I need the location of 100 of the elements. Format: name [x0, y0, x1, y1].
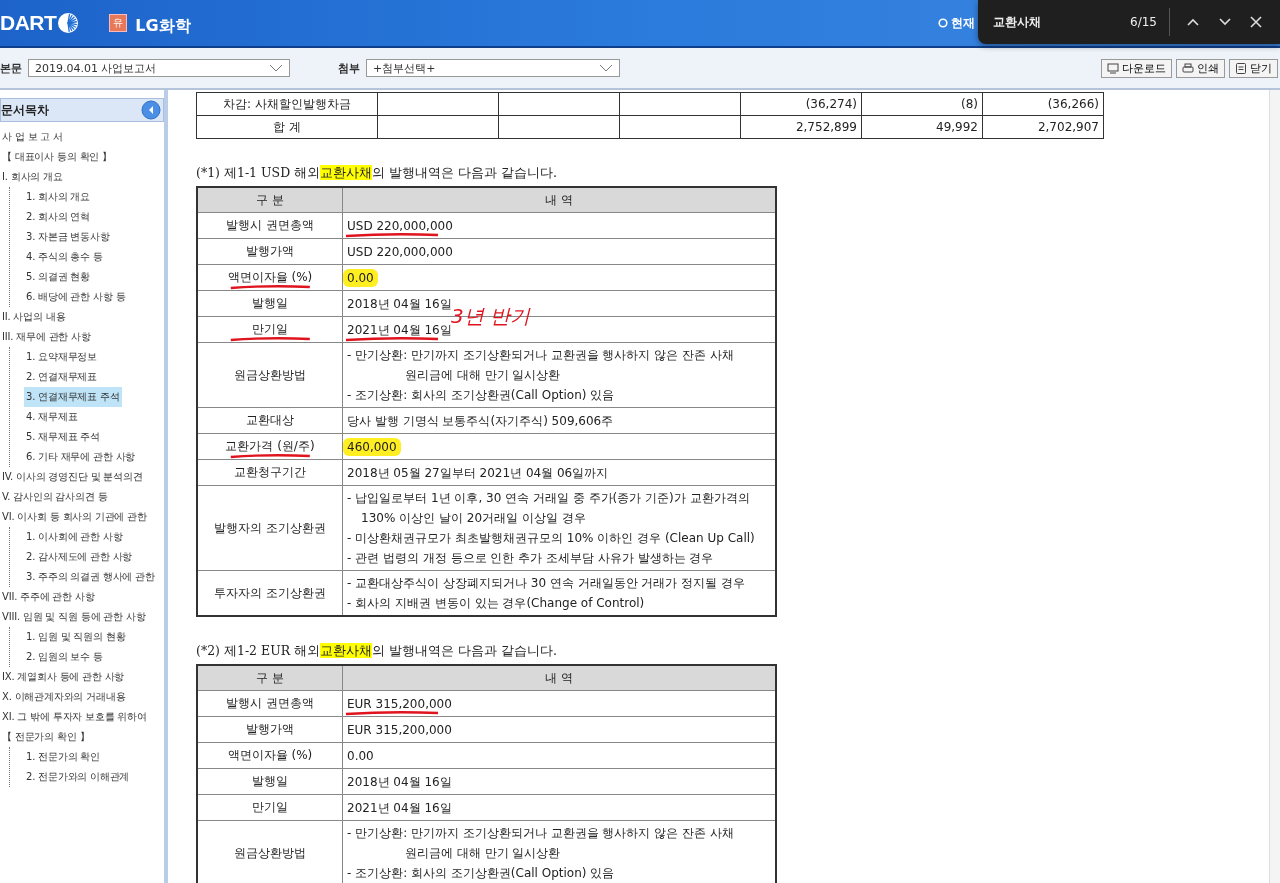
match-count: 6/15: [1130, 15, 1157, 29]
table-cell: - 조기상환: 회사의 조기상환권(Call Option) 있음: [347, 866, 615, 880]
toc-item[interactable]: 2. 연결재무제표: [24, 367, 99, 387]
handwritten-note: 3년 반기: [451, 305, 531, 326]
attachment-dropdown[interactable]: +첨부선택+: [366, 59, 620, 77]
toc-item[interactable]: IX. 계열회사 등에 관한 사항: [0, 667, 127, 687]
table-cell: 원리금에 대해 만기 일시상환: [405, 846, 561, 860]
toc-item[interactable]: 4. 주식의 총수 등: [24, 247, 105, 267]
column-header: 내 역: [545, 670, 573, 685]
table-cell: (36,274): [805, 97, 857, 111]
toc-item[interactable]: 1. 요약재무정보: [24, 347, 99, 367]
toc-item[interactable]: 3. 연결재무제표 주석: [24, 387, 122, 407]
table-cell: - 만기상환: 만기까지 조기상환되거나 교환권을 행사하지 않은 잔존 사채: [347, 348, 734, 362]
table-cell: - 관련 법령의 개정 등으로 인한 추가 조세부담 사유가 발생하는 경우: [347, 551, 714, 565]
section-title: (*2) 제1-2 EUR 해외 교환사채 의 발행내역은 다음과 같습니다.: [196, 643, 558, 660]
toc-item[interactable]: 1. 임원 및 직원의 현황: [24, 627, 128, 647]
table-cell: 발행일: [252, 774, 288, 788]
table-cell: 교환가격 (원/주): [225, 439, 315, 453]
toc-item[interactable]: 【 전문가의 확인 】: [0, 727, 92, 747]
column-header: 내 역: [545, 192, 573, 207]
toc-item[interactable]: 2. 임원의 보수 등: [24, 647, 105, 667]
toc-item[interactable]: 6. 배당에 관한 사항 등: [24, 287, 128, 307]
table-cell: 발행가액: [246, 244, 294, 258]
table-cell: 2018년 04월 16일: [347, 296, 452, 311]
table-cell: 교환청구기간: [234, 465, 306, 479]
table-cell: - 만기상환: 만기까지 조기상환되거나 교환권을 행사하지 않은 잔존 사채: [347, 826, 734, 840]
download-button[interactable]: 다운로드: [1101, 58, 1172, 78]
section-title: (*1) 제1-1 USD 해외 교환사채 의 발행내역은 다음과 같습니다.: [196, 165, 559, 182]
toc-item[interactable]: 3. 주주의 의결권 행사에 관한: [24, 567, 157, 587]
monitor-icon: [1107, 62, 1119, 74]
toc-item[interactable]: 2. 감사제도에 관한 사항: [24, 547, 135, 567]
company-badge: 유: [109, 14, 128, 32]
toc-item[interactable]: IV. 이사의 경영진단 및 분석의견: [0, 467, 145, 487]
toc-item[interactable]: 3. 자본금 변동사항: [24, 227, 112, 247]
table-cell: 2018년 04월 16일: [347, 774, 452, 789]
close-button[interactable]: 닫기: [1229, 58, 1278, 78]
toc-item[interactable]: I. 회사의 개요: [0, 167, 65, 187]
toc-item[interactable]: 2. 회사의 연혁: [24, 207, 93, 227]
table-cell: 발행자의 조기상환권: [214, 520, 326, 535]
toc-item[interactable]: 사 업 보 고 서: [0, 127, 65, 147]
table-cell: 2018년 05월 27일부터 2021년 04월 06일까지: [347, 465, 609, 480]
printer-icon: [1182, 62, 1194, 74]
toc-item[interactable]: 1. 전문가의 확인: [24, 747, 102, 767]
close-icon[interactable]: [1250, 16, 1262, 28]
table-cell: 투자자의 조기상환권: [214, 585, 326, 600]
table-cell: 130% 이상인 날이 20거래일 이상일 경우: [361, 511, 586, 525]
toc-item[interactable]: VI. 이사회 등 회사의 기관에 관한: [0, 507, 149, 527]
toc-item[interactable]: V. 감사인의 감사의견 등: [0, 487, 110, 507]
table-cell: - 미상환채권규모가 최초발행채권규모의 10% 이하인 경우 (Clean Up Call): [347, 531, 755, 545]
table-cell: USD 220,000,000: [347, 244, 453, 259]
toc-item[interactable]: 6. 기타 재무에 관한 사항: [24, 447, 138, 467]
highlighted-value: 460,000: [343, 437, 401, 456]
toc-item[interactable]: 【 대표이사 등의 확인 】: [0, 147, 114, 167]
toc-item[interactable]: XI. 그 밖에 투자자 보호를 위하여: [0, 707, 149, 727]
attachment-label: 첨부: [338, 60, 360, 76]
table-cell: (8): [961, 97, 978, 111]
table-cell: USD 220,000,000: [347, 218, 453, 233]
table-cell: 만기일: [252, 322, 288, 336]
toc-item[interactable]: VII. 주주에 관한 사항: [0, 587, 97, 607]
scrollbar[interactable]: [1269, 90, 1280, 883]
dart-logo: DART: [0, 11, 80, 35]
radio-icon: [938, 18, 948, 28]
table-cell: 액면이자율 (%): [227, 748, 313, 762]
report-dropdown[interactable]: 2019.04.01 사업보고서: [28, 59, 290, 77]
table-cell: (36,266): [1047, 97, 1099, 111]
sidebar-title: 문서목차: [1, 101, 49, 119]
table-cell: 차감: 사채할인발행차금: [223, 96, 351, 111]
table-cell: 액면이자율 (%): [227, 270, 313, 284]
toc-item[interactable]: X. 이해관계자와의 거래내용: [0, 687, 128, 707]
table-cell: - 교환대상주식이 상장폐지되거나 30 연속 거래일동안 거래가 정지될 경우: [347, 576, 746, 590]
table-cell: 원금상환방법: [234, 845, 306, 860]
sunburst-icon: [57, 12, 80, 34]
toc-item[interactable]: 1. 이사회에 관한 사항: [24, 527, 125, 547]
table-cell: 원금상환방법: [234, 367, 306, 382]
table-cell: 당사 발행 기명식 보통주식(자기주식) 509,606주: [347, 413, 614, 428]
table-cell: 2,702,907: [1037, 120, 1099, 134]
table-cell: 49,992: [936, 120, 978, 134]
toc-item[interactable]: 4. 재무제표: [24, 407, 80, 427]
table-cell: 발행시 권면총액: [226, 696, 314, 710]
table-cell: 2,752,899: [795, 120, 857, 134]
chevron-down-icon: [269, 64, 283, 72]
toc-item[interactable]: II. 사업의 내용: [0, 307, 68, 327]
table-cell: 만기일: [252, 800, 288, 814]
toc-item[interactable]: III. 재무에 관한 사항: [0, 327, 93, 347]
column-header: 구 분: [256, 192, 284, 207]
toc-item[interactable]: VIII. 임원 및 직원 등에 관한 사항: [0, 607, 148, 627]
table-cell: 발행일: [252, 296, 288, 310]
print-button[interactable]: 인쇄: [1176, 58, 1225, 78]
collapse-icon[interactable]: [141, 100, 161, 120]
table-cell: 2021년 04월 16일: [347, 800, 452, 815]
toc-item[interactable]: 5. 의결권 현황: [24, 267, 93, 287]
find-query[interactable]: 교환사채: [993, 13, 1041, 31]
table-cell: 합 계: [273, 119, 301, 134]
table-cell: - 납입일로부터 1년 이후, 30 연속 거래일 중 주가(종가 기준)가 교환가격의: [347, 491, 750, 505]
status-link[interactable]: 현재: [951, 14, 975, 32]
toc-item[interactable]: 1. 회사의 개요: [24, 187, 93, 207]
toc-item[interactable]: 2. 전문가와의 이해관계: [24, 767, 132, 787]
table-cell: 2021년 04월 16일: [347, 322, 452, 337]
toc-item[interactable]: 5. 재무제표 주석: [24, 427, 102, 447]
table-cell: 발행가액: [246, 722, 294, 736]
